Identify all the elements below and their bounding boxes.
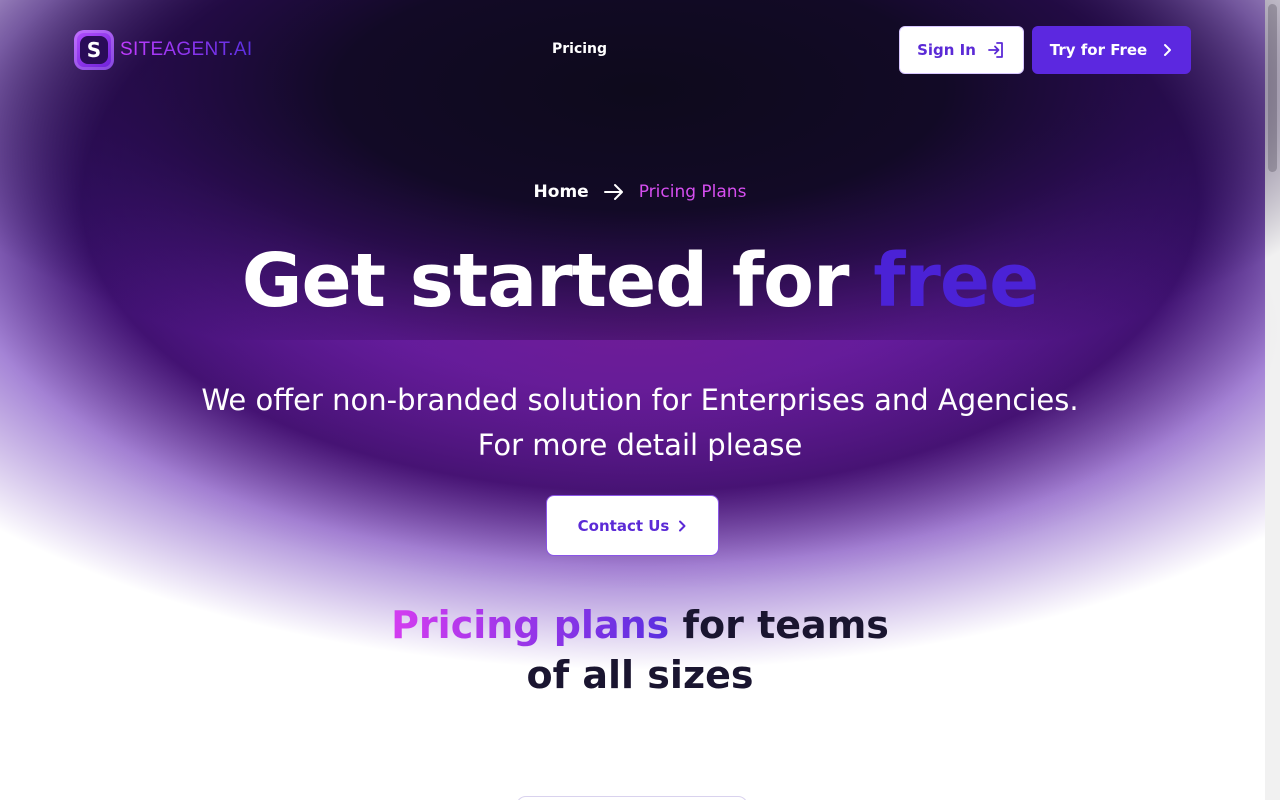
pricing-heading-line2: of all sizes: [526, 653, 754, 697]
contact-us-label: Contact Us: [577, 516, 670, 535]
logo-letter: S: [80, 36, 108, 64]
try-for-free-button[interactable]: Try for Free: [1032, 26, 1191, 74]
nav-link-pricing[interactable]: Pricing: [552, 41, 607, 57]
breadcrumb: Home Pricing Plans: [0, 181, 1280, 203]
hero-headline-main: Get started for: [241, 238, 874, 324]
breadcrumb-home[interactable]: Home: [534, 182, 589, 202]
pricing-heading-line1: Pricing plans for teams: [0, 600, 1280, 650]
pricing-heading-highlight: Pricing plans: [391, 603, 670, 647]
hero-subline: We offer non-branded solution for Enterp…: [0, 378, 1280, 468]
hero-subline-1: We offer non-branded solution for Enterp…: [201, 383, 1079, 417]
sign-in-button[interactable]: Sign In: [899, 26, 1024, 74]
pricing-heading-rest: for teams: [669, 603, 889, 647]
chevron-right-icon: [679, 520, 686, 531]
billing-toggle[interactable]: [516, 796, 748, 800]
page: S SITEAGENT.AI Pricing Sign In Try for F…: [0, 0, 1280, 800]
hero-headline-accent: free: [873, 238, 1039, 324]
contact-us-button[interactable]: Contact Us: [546, 495, 719, 556]
hero-subline-2: For more detail please: [477, 428, 803, 462]
breadcrumb-current: Pricing Plans: [638, 182, 747, 202]
arrow-right-icon: [603, 184, 623, 200]
brand-name: SITEAGENT.AI: [120, 39, 253, 60]
sign-in-label: Sign In: [917, 41, 976, 59]
try-for-free-label: Try for Free: [1049, 41, 1148, 59]
logo-badge: S: [74, 30, 114, 70]
chevron-right-icon: [1164, 44, 1172, 56]
logo[interactable]: S SITEAGENT.AI: [74, 30, 252, 70]
sign-in-icon: [988, 42, 1003, 58]
pricing-heading: Pricing plans for teams of all sizes: [0, 600, 1280, 700]
hero-headline: Get started for free: [0, 238, 1280, 324]
